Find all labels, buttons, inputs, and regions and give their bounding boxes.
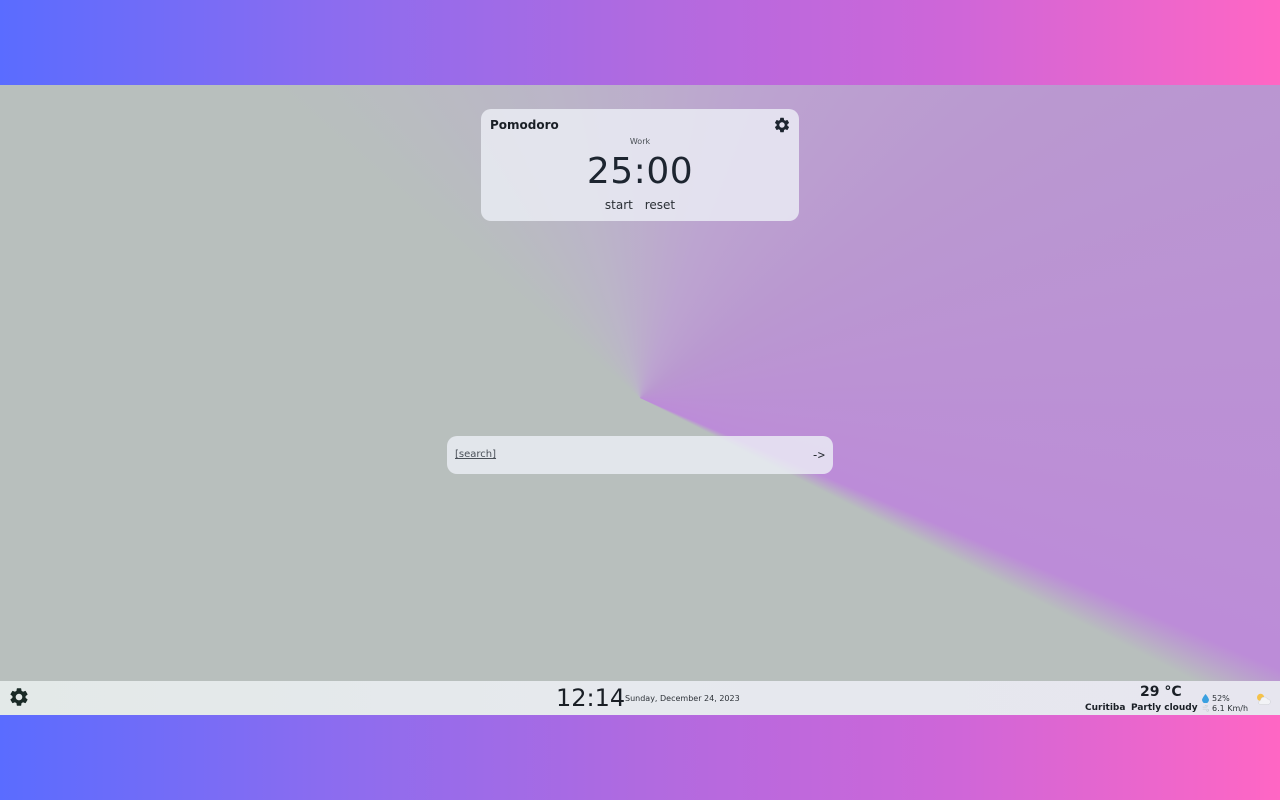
search-bar: [search] -> bbox=[447, 436, 833, 474]
weather-condition: Partly cloudy bbox=[1131, 703, 1198, 713]
taskbar-settings-gear-icon[interactable] bbox=[8, 686, 30, 708]
weather-humidity: 52% bbox=[1212, 694, 1230, 703]
search-input[interactable] bbox=[454, 447, 774, 463]
weather-city: Curitiba bbox=[1085, 703, 1126, 713]
pomodoro-actions: start reset bbox=[481, 198, 799, 212]
taskbar-date: Sunday, December 24, 2023 bbox=[625, 694, 740, 703]
pomodoro-title: Pomodoro bbox=[490, 118, 559, 132]
pomodoro-mode-label: Work bbox=[629, 137, 651, 146]
pomodoro-reset-button[interactable]: reset bbox=[645, 198, 675, 212]
search-submit-button[interactable]: -> bbox=[812, 448, 825, 462]
taskbar-clock: 12:14 bbox=[556, 684, 626, 712]
taskbar: 12:14 Sunday, December 24, 2023 29 °C Cu… bbox=[0, 681, 1280, 715]
partly-cloudy-icon bbox=[1257, 693, 1271, 705]
pomodoro-start-button[interactable]: start bbox=[605, 198, 633, 212]
droplet-icon bbox=[1202, 694, 1209, 703]
pomodoro-widget: Pomodoro Work 25:00 start reset bbox=[481, 109, 799, 221]
pomodoro-settings-gear-icon[interactable] bbox=[773, 116, 791, 134]
desktop-background: Pomodoro Work 25:00 start reset [search]… bbox=[0, 85, 1280, 715]
pomodoro-timer: 25:00 bbox=[586, 151, 694, 192]
wind-icon bbox=[1202, 705, 1209, 712]
weather-temperature: 29 °C bbox=[1140, 684, 1182, 700]
weather-wind: 6.1 Km/h bbox=[1212, 704, 1249, 713]
